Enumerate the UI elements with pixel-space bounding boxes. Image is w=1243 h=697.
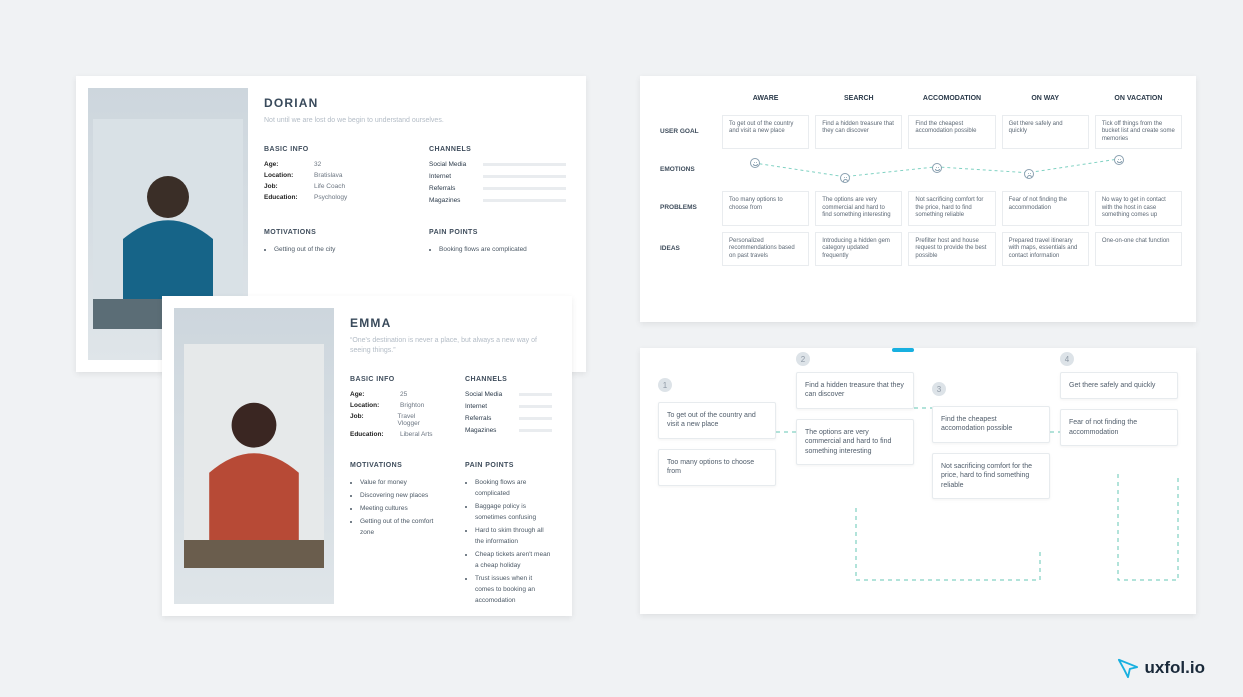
list-item: Booking flows are complicated (439, 244, 566, 255)
persona-name: EMMA (350, 316, 552, 330)
journey-map: AWARE SEARCH ACCOMODATION ON WAY ON VACA… (640, 76, 1196, 322)
section-channels: CHANNELS (465, 376, 552, 383)
flow-card: Find the cheapest accomodation possible (932, 406, 1050, 443)
list-item: Baggage policy is sometimes confusing (475, 501, 552, 523)
persona-quote: Not until we are lost do we begin to und… (264, 116, 464, 126)
journey-cell: No way to get in contact with the host i… (1095, 191, 1182, 226)
journey-cell: One-on-one chat function (1095, 232, 1182, 267)
journey-cell: Prefilter host and house request to prov… (908, 232, 995, 267)
journey-cell: Prepared travel itinerary with maps, ess… (1002, 232, 1089, 267)
list-item: Meeting cultures (360, 503, 437, 514)
journey-cell: Tick off things from the bucket list and… (1095, 115, 1182, 150)
section-painpoints: PAIN POINTS (429, 229, 566, 236)
journey-cell: To get out of the country and visit a ne… (722, 115, 809, 150)
channel-bar: Social Media (465, 391, 552, 398)
journey-cell: The options are very commercial and hard… (815, 191, 902, 226)
step-dot: 4 (1060, 352, 1074, 366)
channel-bar: Social Media (429, 161, 566, 168)
list-item: Cheap tickets aren't mean a cheap holida… (475, 549, 552, 571)
step-dot-active (892, 348, 914, 352)
list-item: Getting out of the city (274, 244, 401, 255)
step-dot: 3 (932, 382, 946, 396)
section-painpoints: PAIN POINTS (465, 462, 552, 469)
journey-cell: Get there safely and quickly (1002, 115, 1089, 150)
journey-row-goal: USER GOAL (654, 115, 716, 150)
list-item: Discovering new places (360, 490, 437, 501)
journey-cell: Not sacrificing comfort for the price, h… (908, 191, 995, 226)
journey-cell: Too many options to choose from (722, 191, 809, 226)
journey-cell: Fear of not finding the accommodation (1002, 191, 1089, 226)
persona-quote: “One's destination is never a place, but… (350, 336, 550, 356)
journey-row-emotions: EMOTIONS (654, 155, 716, 185)
brand-text: uxfol.io (1145, 658, 1205, 678)
journey-col-vac: ON VACATION (1095, 90, 1182, 109)
journey-row-ideas: IDEAS (654, 232, 716, 267)
journey-col-search: SEARCH (815, 90, 902, 109)
section-motivations: MOTIVATIONS (264, 229, 401, 236)
channel-bar: Referrals (465, 415, 552, 422)
list-item: Booking flows are complicated (475, 477, 552, 499)
flow-card: Get there safely and quickly (1060, 372, 1178, 399)
journey-col-aware: AWARE (722, 90, 809, 109)
persona-card-emma: EMMA “One's destination is never a place… (162, 296, 572, 616)
journey-cell: Find a hidden treasure that they can dis… (815, 115, 902, 150)
flow-board: 1 2 3 4 To get out of the country and vi… (640, 348, 1196, 614)
section-basic-info: BASIC INFO (264, 146, 401, 153)
channel-bar: Magazines (429, 197, 566, 204)
persona-image (174, 308, 334, 604)
step-dot: 1 (658, 378, 672, 392)
flow-card: Find a hidden treasure that they can dis… (796, 372, 914, 409)
persona-name: DORIAN (264, 96, 566, 110)
journey-col-accom: ACCOMODATION (908, 90, 995, 109)
brand-logo: uxfol.io (1117, 657, 1205, 679)
flow-card: To get out of the country and visit a ne… (658, 402, 776, 439)
list-item: Getting out of the comfort zone (360, 516, 437, 538)
list-item: Value for money (360, 477, 437, 488)
paper-plane-icon (1117, 657, 1139, 679)
flow-card: Not sacrificing comfort for the price, h… (932, 453, 1050, 499)
flow-card: Too many options to choose from (658, 449, 776, 486)
channel-bar: Internet (465, 403, 552, 410)
channel-bar: Referrals (429, 185, 566, 192)
journey-cell: Introducing a hidden gem category update… (815, 232, 902, 267)
section-channels: CHANNELS (429, 146, 566, 153)
flow-card: Fear of not finding the accommodation (1060, 409, 1178, 446)
step-dot: 2 (796, 352, 810, 366)
journey-cell: Find the cheapest accomodation possible (908, 115, 995, 150)
flow-card: The options are very commercial and hard… (796, 419, 914, 465)
journey-col-onway: ON WAY (1002, 90, 1089, 109)
section-motivations: MOTIVATIONS (350, 462, 437, 469)
channel-bar: Magazines (465, 427, 552, 434)
list-item: Hard to skim through all the information (475, 525, 552, 547)
journey-cell: Personalized recommendations based on pa… (722, 232, 809, 267)
journey-row-problems: PROBLEMS (654, 191, 716, 226)
channel-bar: Internet (429, 173, 566, 180)
section-basic-info: BASIC INFO (350, 376, 437, 383)
list-item: Trust issues when it comes to booking an… (475, 573, 552, 606)
